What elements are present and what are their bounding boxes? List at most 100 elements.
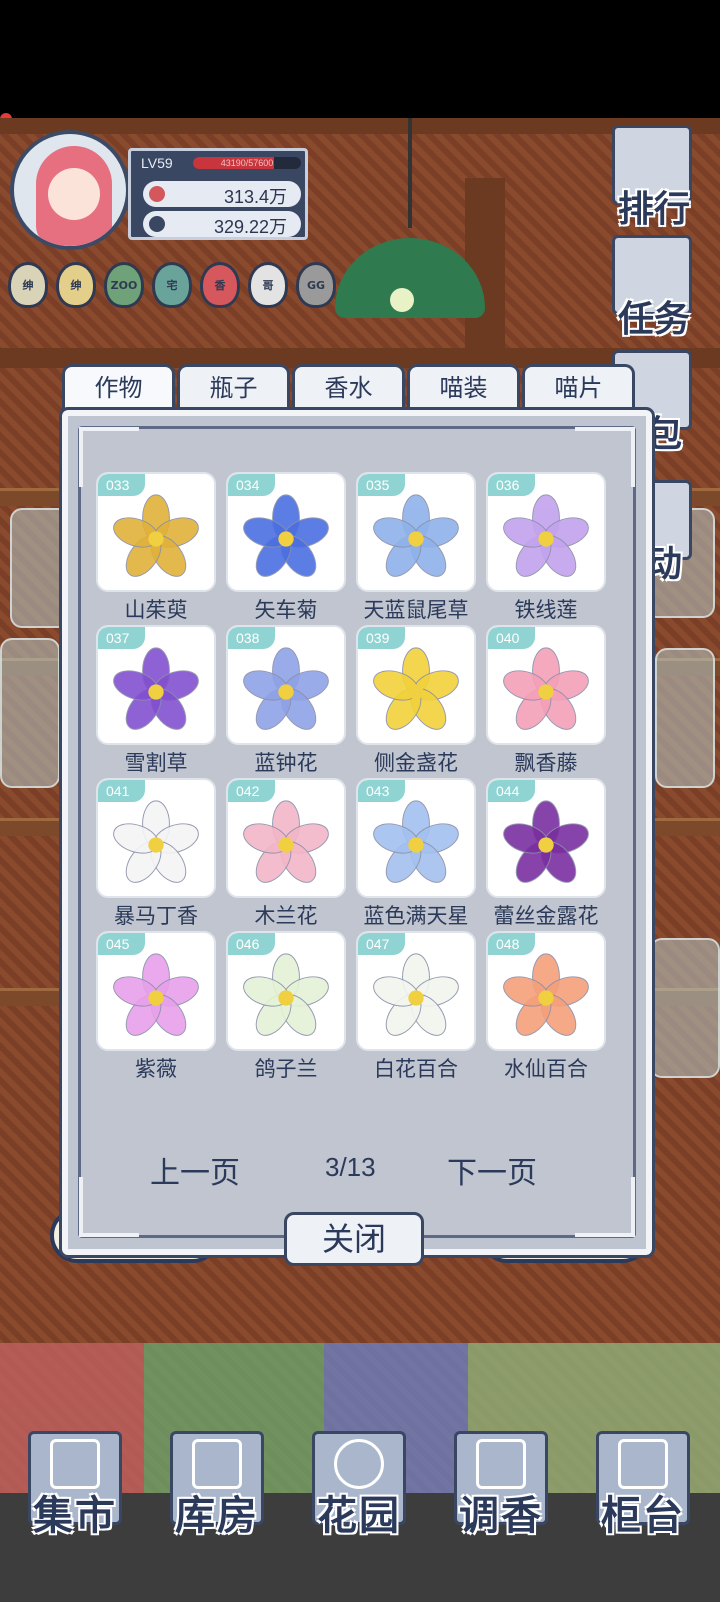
- flower-card[interactable]: 046 鸽子兰: [226, 931, 346, 1086]
- flower-tile[interactable]: 044: [486, 778, 606, 898]
- flower-name: 水仙百合: [504, 1057, 588, 1081]
- tab-perfume[interactable]: 香水: [292, 364, 405, 410]
- flower-name: 铁线莲: [514, 598, 578, 622]
- task-button[interactable]: 任务: [604, 235, 704, 340]
- flower-icon: [113, 647, 199, 730]
- counter-icon: [618, 1439, 668, 1489]
- flower-number: 044: [488, 780, 536, 802]
- nav-perfume[interactable]: 调香: [446, 1425, 556, 1539]
- flower-card[interactable]: 035 天蓝鼠尾草: [356, 472, 476, 627]
- flower-tile[interactable]: 043: [356, 778, 476, 898]
- rank-button[interactable]: 排行: [604, 125, 704, 230]
- flower-tile[interactable]: 048: [486, 931, 606, 1051]
- tab-cat-cards[interactable]: 喵片: [522, 364, 635, 410]
- flower-number: 033: [98, 474, 146, 496]
- flower-icon: [373, 647, 459, 730]
- badge-icon[interactable]: 绅: [56, 262, 96, 308]
- flower-number: 041: [98, 780, 146, 802]
- flower-number: 048: [488, 933, 536, 955]
- flower-icon: [113, 953, 199, 1036]
- title-badges: 绅 绅 ZOO 宅 香 哥 GG: [8, 262, 338, 312]
- flower-name: 蓝钟花: [254, 751, 318, 775]
- flower-icon: [373, 953, 459, 1036]
- page-indicator: 3/13: [325, 1152, 376, 1182]
- flower-tile[interactable]: 042: [226, 778, 346, 898]
- flower-icon: [503, 953, 589, 1036]
- flower-name: 山茱萸: [124, 598, 188, 622]
- flower-card[interactable]: 038 蓝钟花: [226, 625, 346, 780]
- flower-number: 043: [358, 780, 406, 802]
- badge-icon[interactable]: 哥: [248, 262, 288, 308]
- flower-number: 047: [358, 933, 406, 955]
- flower-name: 矢车菊: [254, 598, 318, 622]
- flower-card[interactable]: 040 飘香藤: [486, 625, 606, 780]
- flower-tile[interactable]: 036: [486, 472, 606, 592]
- badge-icon[interactable]: 绅: [8, 262, 48, 308]
- flower-icon: [243, 494, 329, 577]
- flower-card[interactable]: 041 暴马丁香: [96, 778, 216, 933]
- flower-card[interactable]: 037 雪割草: [96, 625, 216, 780]
- flower-tile[interactable]: 033: [96, 472, 216, 592]
- warehouse-icon: [192, 1439, 242, 1489]
- tab-bottles[interactable]: 瓶子: [177, 364, 290, 410]
- next-page-button[interactable]: 下一页: [447, 1148, 537, 1192]
- flower-tile[interactable]: 046: [226, 931, 346, 1051]
- flower-icon: [373, 800, 459, 883]
- flower-card[interactable]: 043 蓝色满天星: [356, 778, 476, 933]
- flower-tile[interactable]: 047: [356, 931, 476, 1051]
- status-bar: [0, 0, 720, 118]
- close-button[interactable]: 关闭: [284, 1212, 424, 1266]
- flower-name: 蕾丝金露花: [493, 904, 599, 928]
- flower-name: 飘香藤: [514, 751, 578, 775]
- tab-cat-outfits[interactable]: 喵装: [407, 364, 520, 410]
- flower-card[interactable]: 034 矢车菊: [226, 472, 346, 627]
- flower-name: 紫薇: [135, 1057, 177, 1081]
- flower-card[interactable]: 048 水仙百合: [486, 931, 606, 1086]
- flower-tile[interactable]: 034: [226, 472, 346, 592]
- flower-number: 038: [228, 627, 276, 649]
- flower-card[interactable]: 033 山茱萸: [96, 472, 216, 627]
- flower-icon: [503, 647, 589, 730]
- flower-name: 侧金盏花: [374, 751, 458, 775]
- nav-garden[interactable]: 花园: [304, 1425, 414, 1539]
- xp-text: 43190/57600: [220, 158, 274, 168]
- flower-name: 鸽子兰: [254, 1057, 318, 1081]
- flower-tile[interactable]: 038: [226, 625, 346, 745]
- flower-number: 046: [228, 933, 276, 955]
- market-icon: [50, 1439, 100, 1489]
- flower-tile[interactable]: 039: [356, 625, 476, 745]
- flower-icon: [503, 800, 589, 883]
- flower-tile[interactable]: 037: [96, 625, 216, 745]
- flower-tile[interactable]: 045: [96, 931, 216, 1051]
- flower-number: 034: [228, 474, 276, 496]
- flower-name: 蓝色满天星: [363, 904, 469, 928]
- tab-crops[interactable]: 作物: [62, 364, 175, 410]
- badge-icon[interactable]: 香: [200, 262, 240, 308]
- flower-number: 045: [98, 933, 146, 955]
- flower-number: 042: [228, 780, 276, 802]
- flower-card[interactable]: 045 紫薇: [96, 931, 216, 1086]
- nav-counter[interactable]: 柜台: [588, 1425, 698, 1539]
- flower-card[interactable]: 042 木兰花: [226, 778, 346, 933]
- prev-page-button[interactable]: 上一页: [150, 1148, 240, 1192]
- avatar[interactable]: [10, 130, 130, 250]
- flower-tile[interactable]: 041: [96, 778, 216, 898]
- flower-card[interactable]: 036 铁线莲: [486, 472, 606, 627]
- flower-tile[interactable]: 040: [486, 625, 606, 745]
- flower-number: 039: [358, 627, 406, 649]
- xp-bar: 43190/57600: [193, 157, 301, 169]
- flower-number: 035: [358, 474, 406, 496]
- flower-card[interactable]: 047 白花百合: [356, 931, 476, 1086]
- badge-icon[interactable]: 宅: [152, 262, 192, 308]
- badge-icon[interactable]: ZOO: [104, 262, 144, 308]
- player-profile[interactable]: LV59 43190/57600 313.4万 329.22万: [10, 130, 310, 250]
- flower-tile[interactable]: 035: [356, 472, 476, 592]
- rose-icon: [334, 1439, 384, 1489]
- badge-icon[interactable]: GG: [296, 262, 336, 308]
- flower-number: 036: [488, 474, 536, 496]
- nav-market[interactable]: 集市: [20, 1425, 130, 1539]
- flower-card[interactable]: 044 蕾丝金露花: [486, 778, 606, 933]
- flower-icon: [373, 494, 459, 577]
- nav-warehouse[interactable]: 库房: [162, 1425, 272, 1539]
- flower-card[interactable]: 039 侧金盏花: [356, 625, 476, 780]
